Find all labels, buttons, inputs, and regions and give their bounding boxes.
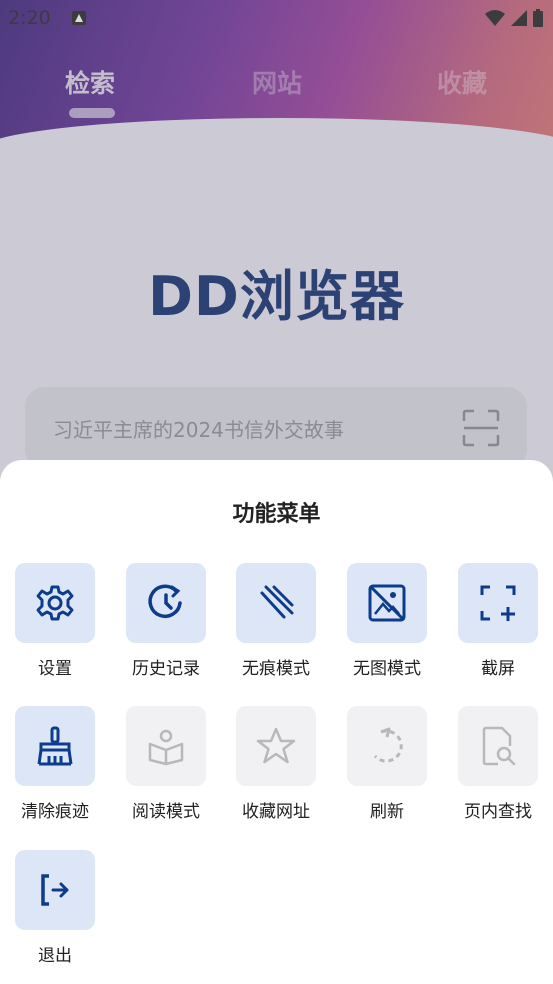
menu-label-exit: 退出 [38,946,72,966]
menu-item-exit[interactable]: 退出 [0,850,110,970]
menu-item-reader-mode[interactable]: 阅读模式 [111,706,221,826]
menu-label-find-in-page: 页内查找 [464,802,532,822]
no-image-icon [368,584,406,622]
incognito-icon [260,585,294,619]
menu-item-clear-traces[interactable]: 清除痕迹 [0,706,110,826]
star-icon [256,727,296,764]
refresh-icon [373,727,403,763]
function-menu-sheet: 功能菜单 设置 历史记录 无痕模式 无图模式 截屏 清除痕迹 阅读模式 收藏网址… [0,460,553,984]
menu-label-bookmark: 收藏网址 [242,802,310,822]
menu-label-reader-mode: 阅读模式 [132,802,200,822]
find-in-page-icon [482,726,516,766]
menu-label-screenshot: 截屏 [481,659,515,679]
screenshot-icon [480,585,516,621]
menu-item-find-in-page[interactable]: 页内查找 [443,706,553,826]
menu-item-settings[interactable]: 设置 [0,563,110,683]
menu-label-history: 历史记录 [132,659,200,679]
exit-icon [41,874,69,906]
menu-label-settings: 设置 [38,659,72,679]
menu-label-refresh: 刷新 [370,802,404,822]
menu-item-incognito[interactable]: 无痕模式 [221,563,331,683]
menu-item-history[interactable]: 历史记录 [111,563,221,683]
menu-item-screenshot[interactable]: 截屏 [443,563,553,683]
broom-icon [37,726,73,766]
menu-label-no-image: 无图模式 [353,659,421,679]
menu-title: 功能菜单 [232,502,321,527]
menu-item-no-image[interactable]: 无图模式 [332,563,442,683]
reader-icon [148,729,184,766]
menu-item-bookmark[interactable]: 收藏网址 [221,706,331,826]
history-icon [148,584,182,619]
menu-item-refresh[interactable]: 刷新 [332,706,442,826]
gear-icon [36,585,74,621]
menu-label-incognito: 无痕模式 [242,659,310,679]
menu-label-clear-traces: 清除痕迹 [21,802,89,822]
